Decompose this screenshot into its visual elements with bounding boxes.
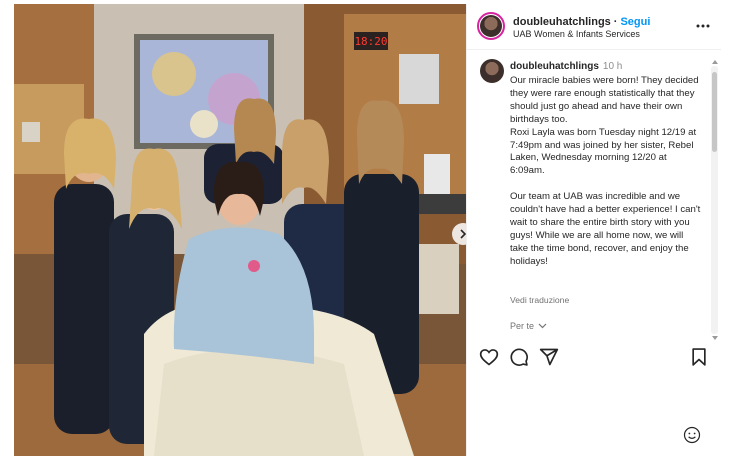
header-line: doubleuhatchlings · Segui — [513, 16, 650, 28]
post-image: 18:20 — [14, 4, 466, 456]
post-actions — [467, 342, 721, 372]
separator-dot: · — [613, 16, 618, 28]
see-translation-link[interactable]: Vedi traduzione — [510, 295, 569, 305]
more-horizontal-icon — [696, 24, 710, 28]
caption-paragraph: Our team at UAB was incredible and we co… — [510, 191, 701, 267]
caption-scrollbar[interactable] — [711, 60, 718, 340]
caption-username[interactable]: doubleuhatchlings — [510, 61, 599, 72]
comment-icon — [510, 348, 528, 366]
wall-clock-display: 18:20 — [354, 35, 387, 48]
for-you-dropdown[interactable]: Per te — [510, 321, 547, 331]
post-photo: 18:20 — [14, 4, 466, 456]
send-icon — [539, 348, 559, 366]
post-side-panel: doubleuhatchlings · Segui UAB Women & Infa… — [466, 4, 721, 456]
scroll-up-arrow[interactable] — [712, 60, 718, 64]
comment-button[interactable] — [509, 347, 529, 367]
post-time: 10 h — [602, 61, 623, 72]
save-button[interactable] — [689, 347, 709, 367]
location-link[interactable]: UAB Women & Infants Services — [513, 29, 640, 39]
caption-text: Our miracle babies were born! They decid… — [510, 75, 702, 269]
share-button[interactable] — [539, 347, 559, 367]
bookmark-icon — [692, 348, 706, 366]
chevron-down-icon — [538, 323, 547, 329]
caption-paragraph: Our miracle babies were born! They decid… — [510, 75, 699, 125]
comment-footer — [467, 416, 721, 456]
scrollbar-thumb[interactable] — [712, 72, 717, 152]
post-header: doubleuhatchlings · Segui UAB Women & Infa… — [467, 4, 721, 50]
for-you-label: Per te — [510, 321, 535, 331]
follow-button[interactable]: Segui — [620, 16, 650, 28]
heart-icon — [479, 349, 499, 366]
username-link[interactable]: doubleuhatchlings — [513, 16, 611, 28]
emoji-icon — [683, 426, 701, 444]
caption-avatar[interactable] — [480, 59, 504, 83]
caption-paragraph: Roxi Layla was born Tuesday night 12/19 … — [510, 126, 697, 177]
emoji-button[interactable] — [683, 426, 703, 446]
more-options-button[interactable] — [695, 18, 711, 34]
like-button[interactable] — [479, 347, 499, 367]
avatar[interactable] — [477, 12, 505, 40]
caption-header: doubleuhatchlings 10 h — [510, 61, 622, 72]
chevron-right-icon — [460, 229, 466, 239]
scroll-down-arrow[interactable] — [712, 336, 718, 340]
caption-area: doubleuhatchlings 10 h Our miracle babies… — [467, 51, 721, 338]
